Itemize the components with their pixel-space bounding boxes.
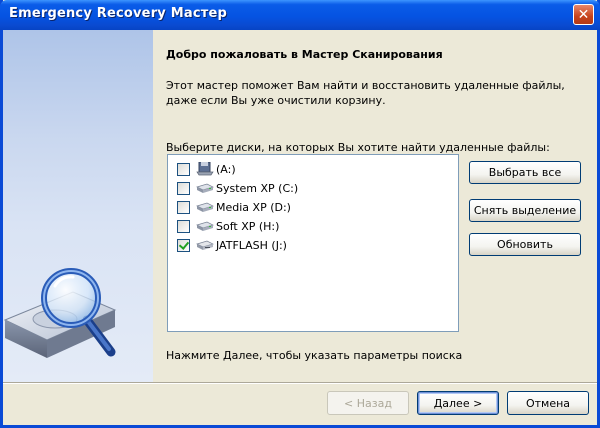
drive-label-d: Media XP (D:)	[216, 200, 291, 214]
drive-checkbox-h[interactable]	[177, 219, 190, 233]
drive-item-c[interactable]: System XP (C:)	[177, 179, 298, 197]
back-button[interactable]: < Назад	[327, 391, 409, 415]
hard-drive-icon	[196, 202, 214, 212]
deselect-all-button[interactable]: Снять выделение	[469, 199, 581, 222]
drive-checkbox-c[interactable]	[177, 181, 190, 195]
page-title: Добро пожаловать в Мастер Сканирования	[166, 48, 443, 61]
select-all-button[interactable]: Выбрать все	[469, 161, 581, 184]
drive-checkbox-a[interactable]	[177, 162, 190, 176]
drive-item-j[interactable]: JATFLASH (J:)	[177, 236, 287, 254]
drive-item-a[interactable]: (A:)	[177, 160, 236, 178]
hint-text: Нажмите Далее, чтобы указать параметры п…	[166, 349, 463, 362]
floppy-drive-icon	[196, 162, 214, 176]
drive-label-j: JATFLASH (J:)	[216, 238, 287, 252]
drive-label-h: Soft XP (H:)	[216, 219, 280, 233]
page-description: Этот мастер поможет Вам найти и восстано…	[166, 79, 565, 107]
removable-drive-icon	[196, 240, 214, 250]
wizard-content: Добро пожаловать в Мастер Сканирования Э…	[153, 30, 597, 382]
drive-label-a: (A:)	[216, 162, 236, 176]
cancel-button[interactable]: Отмена	[507, 391, 589, 415]
drive-list[interactable]: (A:) System XP (C:) Media XP (D:) Soft X…	[167, 154, 459, 332]
next-button[interactable]: Далее >	[417, 391, 499, 415]
hard-drive-icon	[196, 221, 214, 231]
wizard-sidebar	[3, 30, 153, 382]
hard-drive-icon	[196, 183, 214, 193]
window-title: Emergency Recovery Мастер	[9, 6, 227, 21]
refresh-button[interactable]: Обновить	[469, 233, 581, 256]
drive-label-c: System XP (C:)	[216, 181, 299, 195]
drive-list-label: Выберите диски, на которых Вы хотите най…	[166, 141, 550, 154]
drive-checkbox-j[interactable]	[177, 238, 190, 252]
close-icon: ✕	[577, 6, 590, 23]
footer-divider	[3, 382, 597, 384]
drive-item-d[interactable]: Media XP (D:)	[177, 198, 291, 216]
disk-magnifier-illustration	[3, 268, 117, 358]
drive-item-h[interactable]: Soft XP (H:)	[177, 217, 279, 235]
wizard-window: Emergency Recovery Мастер ✕ Добро пожало…	[0, 0, 600, 428]
close-button[interactable]: ✕	[573, 4, 594, 25]
drive-checkbox-d[interactable]	[177, 200, 190, 214]
title-bar[interactable]: Emergency Recovery Мастер ✕	[0, 0, 600, 30]
